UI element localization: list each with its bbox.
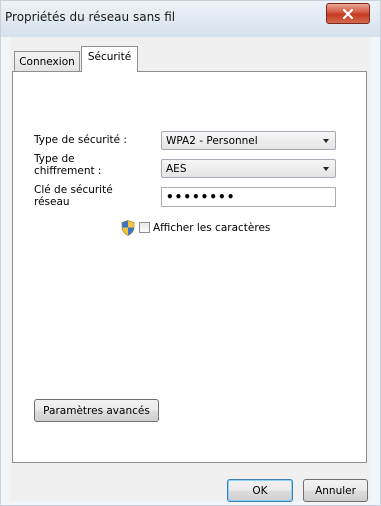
window-title: Propriétés du réseau sans fil xyxy=(5,10,176,24)
advanced-settings-label: Paramètres avancés xyxy=(43,404,150,417)
chevron-down-icon xyxy=(323,167,329,171)
security-key-label-line2: réseau xyxy=(34,196,70,208)
ok-button[interactable]: OK xyxy=(227,479,293,502)
cancel-button[interactable]: Annuler xyxy=(303,479,368,502)
advanced-settings-button[interactable]: Paramètres avancés xyxy=(34,399,159,422)
tab-connexion-label: Connexion xyxy=(19,56,75,68)
security-type-value: WPA2 - Personnel xyxy=(166,134,258,147)
security-key-input[interactable]: •••••••• xyxy=(161,187,336,207)
chevron-down-icon xyxy=(323,139,329,143)
ok-label: OK xyxy=(252,484,268,497)
security-key-value: •••••••• xyxy=(166,190,236,204)
security-type-select[interactable]: WPA2 - Personnel xyxy=(161,131,336,150)
encryption-type-label-line2: chiffrement : xyxy=(34,165,102,177)
security-type-label: Type de sécurité : xyxy=(34,134,127,146)
encryption-type-select[interactable]: AES xyxy=(161,159,336,178)
encryption-type-value: AES xyxy=(166,162,187,175)
uac-shield-icon xyxy=(121,220,135,236)
tab-securite[interactable]: Sécurité xyxy=(81,46,138,72)
tab-connexion[interactable]: Connexion xyxy=(14,51,80,72)
dialog-client-area: Connexion Sécurité Type de sécurité : WP… xyxy=(10,37,371,502)
show-characters-label[interactable]: Afficher les caractères xyxy=(153,222,270,234)
close-button[interactable] xyxy=(326,3,370,24)
tab-securite-label: Sécurité xyxy=(87,51,132,63)
close-icon xyxy=(343,8,353,19)
security-key-label-line1: Clé de sécurité xyxy=(34,184,113,196)
show-characters-checkbox[interactable] xyxy=(139,222,150,233)
encryption-type-label-line1: Type de xyxy=(34,153,75,165)
title-bar[interactable]: Propriétés du réseau sans fil xyxy=(1,1,380,37)
security-tab-panel: Type de sécurité : WPA2 - Personnel Type… xyxy=(12,71,367,463)
dialog-window: Propriétés du réseau sans fil Connexion … xyxy=(0,0,381,506)
cancel-label: Annuler xyxy=(315,484,356,497)
